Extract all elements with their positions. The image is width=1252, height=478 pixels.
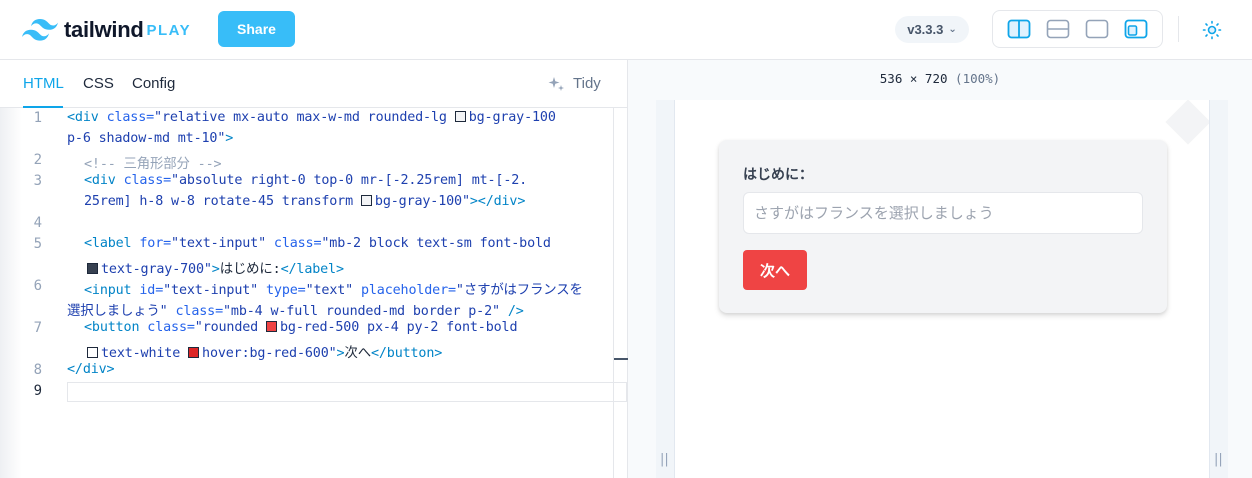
responsive-design-icon	[1124, 19, 1148, 39]
top-bar: tailwind PLAY Share v3.3.3 ⌄	[0, 0, 1252, 60]
card-triangle-decoration	[1165, 100, 1209, 145]
tab-config[interactable]: Config	[132, 75, 175, 92]
line-number-current: 9	[33, 383, 42, 399]
layout-vertical-split-button[interactable]	[1002, 15, 1036, 43]
code-line: <input id="text-input" type="text" place…	[84, 283, 583, 298]
code-line: <div class="relative mx-auto max-w-md ro…	[67, 110, 556, 125]
viewport-dimensions: 536 × 720	[879, 71, 948, 86]
chevron-down-icon: ⌄	[948, 24, 957, 35]
line-number: 1	[33, 110, 42, 126]
color-swatch-gray-100	[360, 195, 372, 206]
code-area[interactable]: 1 2 3 4 5 6 7 8 9 <div class="relative m…	[0, 108, 628, 478]
sun-icon	[1202, 20, 1222, 40]
layout-horizontal-split-button[interactable]	[1041, 15, 1075, 43]
code-line-wrap: 25rem] h-8 w-8 rotate-45 transform bg-gr…	[84, 194, 526, 209]
code-line-wrap: text-white hover:bg-red-600">次へ</button>	[87, 341, 442, 361]
tailwind-play-logo[interactable]: tailwind PLAY	[22, 17, 192, 42]
frame-resize-track-right	[1210, 100, 1228, 478]
layout-responsive-button[interactable]	[1119, 15, 1153, 43]
tab-css[interactable]: CSS	[83, 75, 114, 92]
logo-wordmark: tailwind	[64, 17, 144, 42]
editor-left-shade	[0, 108, 22, 478]
editor-scroll-border	[613, 108, 614, 478]
line-number: 8	[33, 362, 42, 378]
preview-pane: 536 × 720 (100%) || || はじめに： 次へ	[628, 60, 1252, 478]
viewport-size-label: 536 × 720 (100%)	[628, 71, 1252, 86]
zoom-percent: (100%)	[955, 71, 1001, 86]
logo-play-text: PLAY	[146, 21, 192, 39]
resize-handle-left[interactable]: ||	[660, 452, 669, 467]
version-select[interactable]: v3.3.3 ⌄	[895, 16, 969, 43]
next-button[interactable]: 次へ	[743, 250, 807, 290]
code-line: <!-- 三角形部分 -->	[84, 157, 222, 172]
tidy-label: Tidy	[573, 75, 601, 92]
color-swatch-red-600	[188, 347, 200, 358]
tab-html[interactable]: HTML	[23, 75, 64, 92]
version-label: v3.3.3	[907, 22, 944, 37]
scrollbar-marker	[614, 358, 628, 360]
preview-only-icon	[1085, 19, 1109, 39]
color-swatch-gray-700	[87, 263, 98, 274]
theme-toggle-button[interactable]	[1198, 16, 1226, 44]
split-horizontal-icon	[1046, 19, 1070, 39]
layout-switcher	[992, 10, 1163, 48]
line-number: 5	[33, 236, 42, 252]
split-vertical-icon	[1007, 19, 1031, 39]
code-line-wrap: 選択しましょう" class="mb-4 w-full rounded-md b…	[67, 304, 524, 319]
color-swatch-red-500	[266, 321, 277, 332]
layout-preview-only-button[interactable]	[1080, 15, 1114, 43]
line-number: 2	[33, 152, 42, 168]
line-number: 6	[33, 278, 42, 294]
sparkles-icon	[548, 77, 564, 91]
code-line: <button class="rounded bg-red-500 px-4 p…	[84, 320, 518, 335]
color-swatch-gray-100	[454, 111, 466, 122]
current-line-highlight	[67, 382, 627, 402]
code-line-wrap: text-gray-700">はじめに:</label>	[87, 257, 344, 277]
editor-tabs: HTML CSS Config Tidy	[0, 60, 628, 108]
code-line: <label for="text-input" class="mb-2 bloc…	[84, 236, 551, 251]
code-editor-pane: HTML CSS Config Tidy 1 2 3 4 5 6 7 8 9 <…	[0, 60, 628, 478]
color-swatch-white	[87, 347, 98, 358]
tidy-button[interactable]: Tidy	[548, 75, 601, 92]
code-line-wrap: p-6 shadow-md mt-10">	[67, 131, 234, 146]
line-number: 3	[33, 173, 42, 189]
code-line: <div class="absolute right-0 top-0 mr-[-…	[84, 173, 528, 188]
tailwind-logo-icon	[22, 19, 58, 41]
share-button[interactable]: Share	[218, 11, 295, 47]
line-number: 4	[33, 215, 42, 231]
resize-handle-right[interactable]: ||	[1214, 452, 1223, 467]
line-number: 7	[33, 320, 42, 336]
code-line: </div>	[67, 362, 115, 377]
form-card: はじめに： 次へ	[719, 140, 1167, 313]
form-label: はじめに：	[743, 167, 813, 183]
frame-resize-track-left	[656, 100, 674, 478]
toolbar-divider	[1178, 16, 1179, 42]
text-input[interactable]	[743, 192, 1143, 234]
preview-frame: はじめに： 次へ	[674, 100, 1210, 478]
